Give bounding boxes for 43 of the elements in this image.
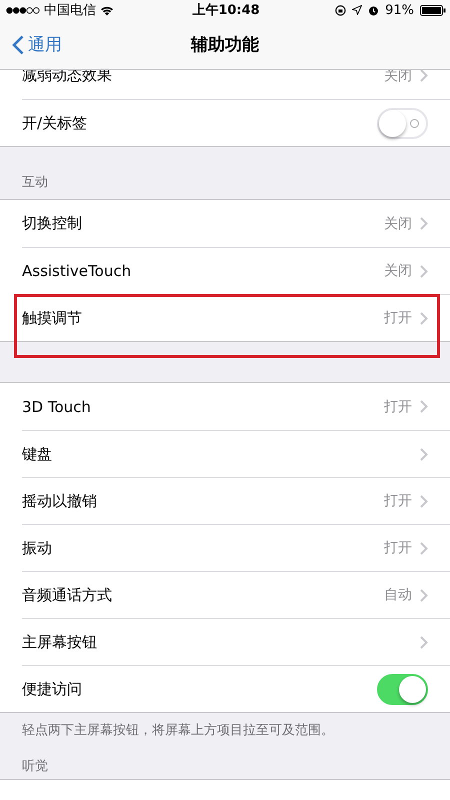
setting-label[interactable]: 主屏幕按钮 — [22, 632, 420, 652]
section-header: 互动 — [21, 174, 49, 192]
setting-label[interactable]: 开/关标签 — [22, 114, 377, 132]
setting-label[interactable]: 振动 — [22, 538, 384, 558]
back-button[interactable]: 通用 — [0, 32, 68, 57]
setting-label[interactable]: 3D Touch — [22, 398, 384, 416]
setting-label[interactable]: 音频通话方式 — [22, 586, 384, 604]
chevron-icon — [420, 636, 428, 648]
setting-label[interactable]: 摇动以撤销 — [22, 492, 384, 510]
chevron-icon — [420, 400, 428, 413]
setting-value: 打开 — [384, 492, 412, 510]
back-chevron-icon — [12, 34, 24, 54]
setting-label[interactable]: 便捷访问 — [22, 680, 377, 698]
setting-label[interactable]: AssistiveTouch — [22, 262, 384, 280]
location-icon — [352, 5, 362, 15]
rotation-lock-icon — [335, 4, 346, 16]
setting-value: 打开 — [384, 309, 412, 327]
chevron-icon — [420, 264, 428, 278]
section-header: 听觉 — [21, 758, 49, 776]
chevron-icon — [420, 448, 428, 460]
page-title: 辅助功能 — [191, 34, 259, 56]
setting-value: 自动 — [384, 586, 412, 604]
carrier-name: 中国电信 — [44, 2, 96, 19]
signal-icon — [6, 6, 40, 14]
toggle-switch[interactable] — [377, 674, 428, 704]
setting-value: 关闭 — [384, 214, 412, 232]
chevron-icon — [420, 217, 428, 230]
chevron-icon — [420, 542, 428, 554]
section-footer: 轻点两下主屏幕按钮，将屏幕上方项目拉至可及范围。 — [0, 713, 450, 751]
chevron-icon — [420, 494, 428, 508]
status-time: 上午10:48 — [192, 2, 260, 19]
setting-label[interactable]: 切换控制 — [22, 214, 384, 233]
setting-label[interactable]: 键盘 — [22, 444, 420, 464]
setting-value: 打开 — [384, 398, 412, 416]
battery-icon — [420, 4, 446, 16]
battery-percent: 91% — [385, 2, 414, 18]
setting-label[interactable]: 触摸调节 — [22, 308, 384, 328]
chevron-icon — [420, 312, 428, 324]
setting-value: 关闭 — [384, 262, 412, 280]
chevron-icon — [420, 588, 428, 602]
alarm-icon — [368, 4, 380, 16]
wifi-icon — [100, 4, 114, 16]
setting-value: 打开 — [384, 539, 412, 557]
